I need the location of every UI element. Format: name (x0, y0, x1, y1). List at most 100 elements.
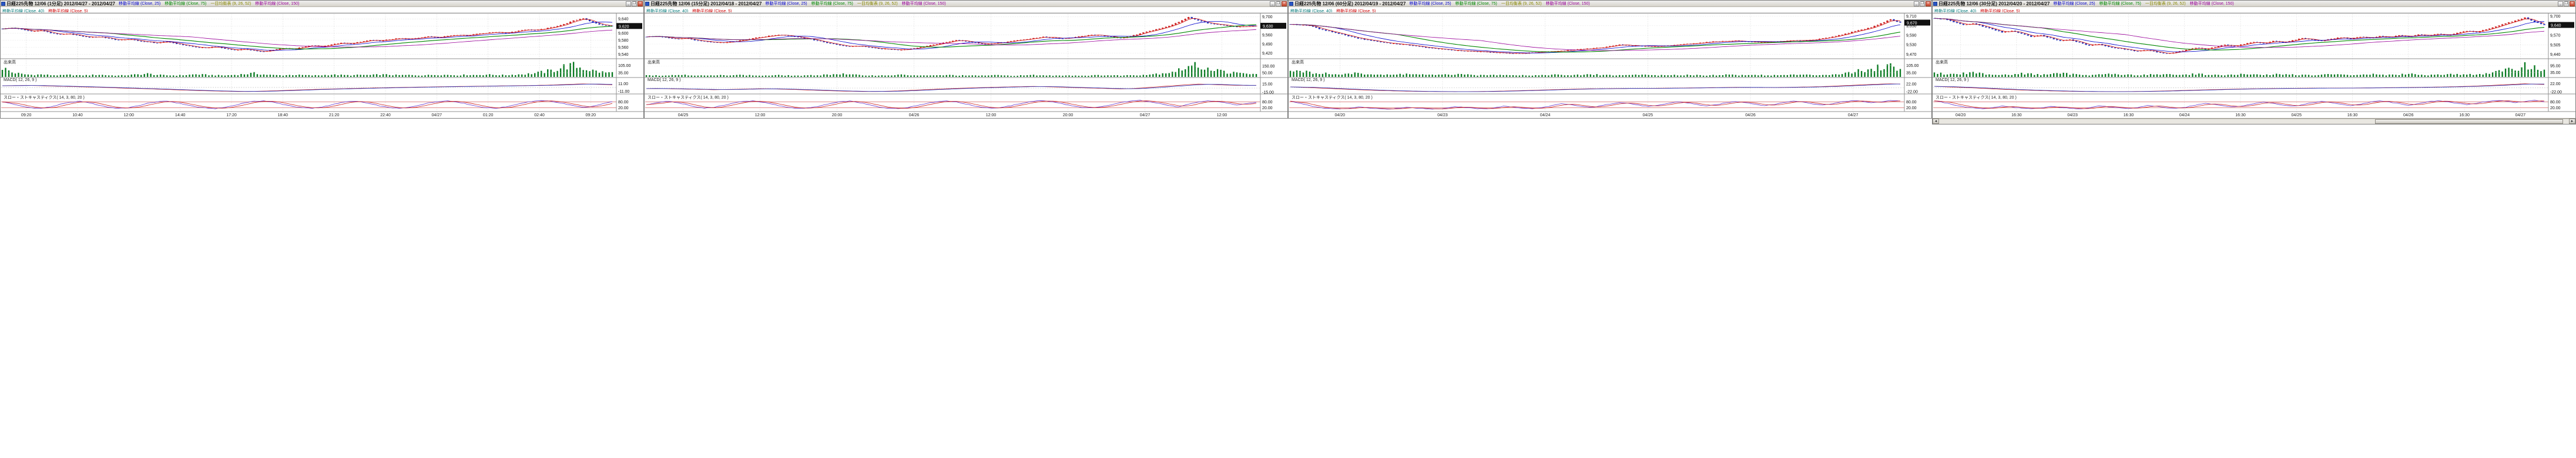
x-tick-label: 12:00 (1217, 113, 1227, 117)
chart-area[interactable]: 09:2010:4012:0014:4017:2018:4021:2022:40… (1, 13, 643, 118)
volume-section-label: 出来高 (1290, 59, 1305, 65)
macd-tick-label: -11.00 (618, 90, 629, 94)
restore-button[interactable]: ❐ (1276, 1, 1281, 6)
x-tick-label: 04/26 (2403, 113, 2414, 117)
x-tick-label: 04/24 (1540, 113, 1551, 117)
stoch-tick-label: 20.00 (618, 106, 629, 110)
x-tick-label: 04/20 (1956, 113, 1966, 117)
titlebar[interactable]: 日経225先物 12/06 (1分足) 2012/04/27 - 2012/04… (1, 1, 643, 7)
chart-area[interactable]: 04/2016:3004/2316:3004/2416:3004/2516:30… (1933, 13, 2575, 118)
price-tick-label: 9,470 (1906, 53, 1917, 57)
minimize-button[interactable]: _ (1914, 1, 1919, 6)
legend-item: 移動平均線 (Close, 75) (811, 2, 853, 6)
svg-text:9,630: 9,630 (1263, 25, 1273, 29)
x-tick-label: 17:20 (226, 113, 237, 117)
price-tick-label: 9,600 (618, 32, 629, 36)
legend-row-1: 移動平均線 (Close, 25)移動平均線 (Close, 75)一目均衡表 … (765, 1, 1269, 7)
macd-section-label: MACD( 12, 26, 9 ) (2, 78, 38, 82)
x-tick-label: 04/25 (1643, 113, 1653, 117)
x-tick-label: 04/20 (1335, 113, 1346, 117)
x-tick-label: 14:40 (175, 113, 186, 117)
macd-tick-label: 11.00 (618, 82, 628, 86)
stoch-tick-label: 80.00 (618, 100, 629, 105)
x-tick-label: 16:30 (2011, 113, 2022, 117)
chart-window-3: 日経225先物 12/06 (60分足) 2012/04/19 - 2012/0… (1288, 0, 1932, 119)
price-tick-label: 9,560 (618, 46, 629, 50)
macd-tick-label: 22.00 (1906, 82, 1917, 86)
legend-row-2: 移動平均線 (Close, 40)移動平均線 (Close, 5) (645, 7, 1287, 13)
window-title: 日経225先物 12/06 (1分足) 2012/04/27 - 2012/04… (6, 1, 115, 7)
macd-section-label: MACD( 12, 26, 9 ) (1290, 78, 1326, 82)
volume-tick-label: 50.00 (1262, 72, 1273, 76)
close-button[interactable]: × (638, 1, 643, 6)
minimize-button[interactable]: _ (626, 1, 631, 6)
titlebar[interactable]: 日経225先物 12/06 (30分足) 2012/04/20 - 2012/0… (1933, 1, 2575, 7)
x-tick-label: 04/27 (1140, 113, 1151, 117)
legend-row-2: 移動平均線 (Close, 40)移動平均線 (Close, 5) (1289, 7, 1931, 13)
price-tick-label: 9,505 (2550, 43, 2561, 48)
chart-area[interactable]: 04/2004/2304/2404/2504/2604/279,7109,650… (1289, 13, 1931, 118)
svg-text:9,640: 9,640 (2551, 24, 2561, 28)
price-tick-label: 9,560 (1262, 33, 1273, 38)
scrollbar-track[interactable] (1939, 119, 2569, 124)
titlebar[interactable]: 日経225先物 12/06 (15分足) 2012/04/18 - 2012/0… (645, 1, 1287, 7)
minimize-button[interactable]: _ (1270, 1, 1275, 6)
restore-button[interactable]: ❐ (632, 1, 637, 6)
price-tick-label: 9,710 (1906, 15, 1917, 19)
svg-text:9,620: 9,620 (619, 25, 629, 29)
price-tick-label: 9,530 (1906, 43, 1917, 48)
x-tick-label: 02:40 (534, 113, 545, 117)
scroll-right-button[interactable]: ► (2569, 119, 2575, 124)
chart-window-4: 日経225先物 12/06 (30分足) 2012/04/20 - 2012/0… (1932, 0, 2576, 124)
close-button[interactable]: × (1926, 1, 1931, 6)
svg-text:9,670: 9,670 (1907, 22, 1917, 26)
x-tick-label: 10:40 (72, 113, 83, 117)
chart-svg: 04/2004/2304/2404/2504/2604/279,7109,650… (1289, 13, 1931, 118)
x-tick-label: 12:00 (986, 113, 997, 117)
volume-tick-label: 35.00 (2550, 71, 2561, 75)
close-button[interactable]: × (1282, 1, 1287, 6)
price-tick-label: 9,640 (618, 18, 629, 22)
restore-button[interactable]: ❐ (2564, 1, 2569, 6)
macd-tick-label: 22.00 (2550, 82, 2561, 86)
scrollbar-thumb[interactable] (2375, 119, 2563, 124)
price-tick-label: 9,570 (2550, 34, 2561, 38)
chart-area[interactable]: 04/2512:0020:0004/2612:0020:0004/2712:00… (645, 13, 1287, 118)
stoch-tick-label: 20.00 (1262, 106, 1273, 110)
chart-window-icon (645, 2, 649, 6)
stoch-tick-label: 80.00 (1906, 100, 1917, 105)
mdi-workspace: 日経225先物 12/06 (1分足) 2012/04/27 - 2012/04… (0, 0, 2576, 124)
volume-tick-label: 150.00 (1262, 65, 1275, 69)
stoch-tick-label: 20.00 (1906, 106, 1917, 110)
minimize-button[interactable]: _ (2558, 1, 2563, 6)
legend-item: 移動平均線 (Close, 75) (165, 2, 206, 6)
volume-tick-label: 35.00 (1906, 71, 1917, 75)
x-tick-label: 20:00 (832, 113, 843, 117)
x-tick-label: 04/25 (2292, 113, 2302, 117)
legend-row-1: 移動平均線 (Close, 25)移動平均線 (Close, 75)一目均衡表 … (119, 1, 625, 7)
restore-button[interactable]: ❐ (1920, 1, 1925, 6)
x-tick-label: 04/23 (2067, 113, 2078, 117)
legend-row-2: 移動平均線 (Close, 40)移動平均線 (Close, 5) (1933, 7, 2575, 13)
legend-item: 移動平均線 (Close, 150) (902, 2, 946, 6)
chart-window-icon (1, 2, 5, 6)
chart-window-2: 日経225先物 12/06 (15分足) 2012/04/18 - 2012/0… (644, 0, 1288, 119)
legend-item: 移動平均線 (Close, 25) (2053, 2, 2095, 6)
titlebar[interactable]: 日経225先物 12/06 (60分足) 2012/04/19 - 2012/0… (1289, 1, 1931, 7)
time-scrollbar[interactable]: ◄ ► (1933, 118, 2575, 124)
x-tick-label: 22:40 (380, 113, 391, 117)
x-tick-label: 16:30 (2124, 113, 2134, 117)
legend-row-1: 移動平均線 (Close, 25)移動平均線 (Close, 75)一目均衡表 … (1409, 1, 1913, 7)
x-tick-label: 16:30 (2347, 113, 2358, 117)
x-tick-label: 04/23 (1437, 113, 1448, 117)
x-tick-label: 04/27 (1848, 113, 1859, 117)
legend-item: 一目均衡表 (9, 26, 52) (210, 2, 251, 6)
close-button[interactable]: × (2570, 1, 2575, 6)
scroll-left-button[interactable]: ◄ (1933, 119, 1939, 124)
x-tick-label: 18:40 (278, 113, 289, 117)
price-tick-label: 9,590 (1906, 34, 1917, 38)
x-tick-label: 04/25 (678, 113, 689, 117)
x-tick-label: 04/27 (2515, 113, 2526, 117)
stoch-tick-label: 20.00 (2550, 106, 2561, 110)
volume-tick-label: 105.00 (1906, 64, 1919, 68)
